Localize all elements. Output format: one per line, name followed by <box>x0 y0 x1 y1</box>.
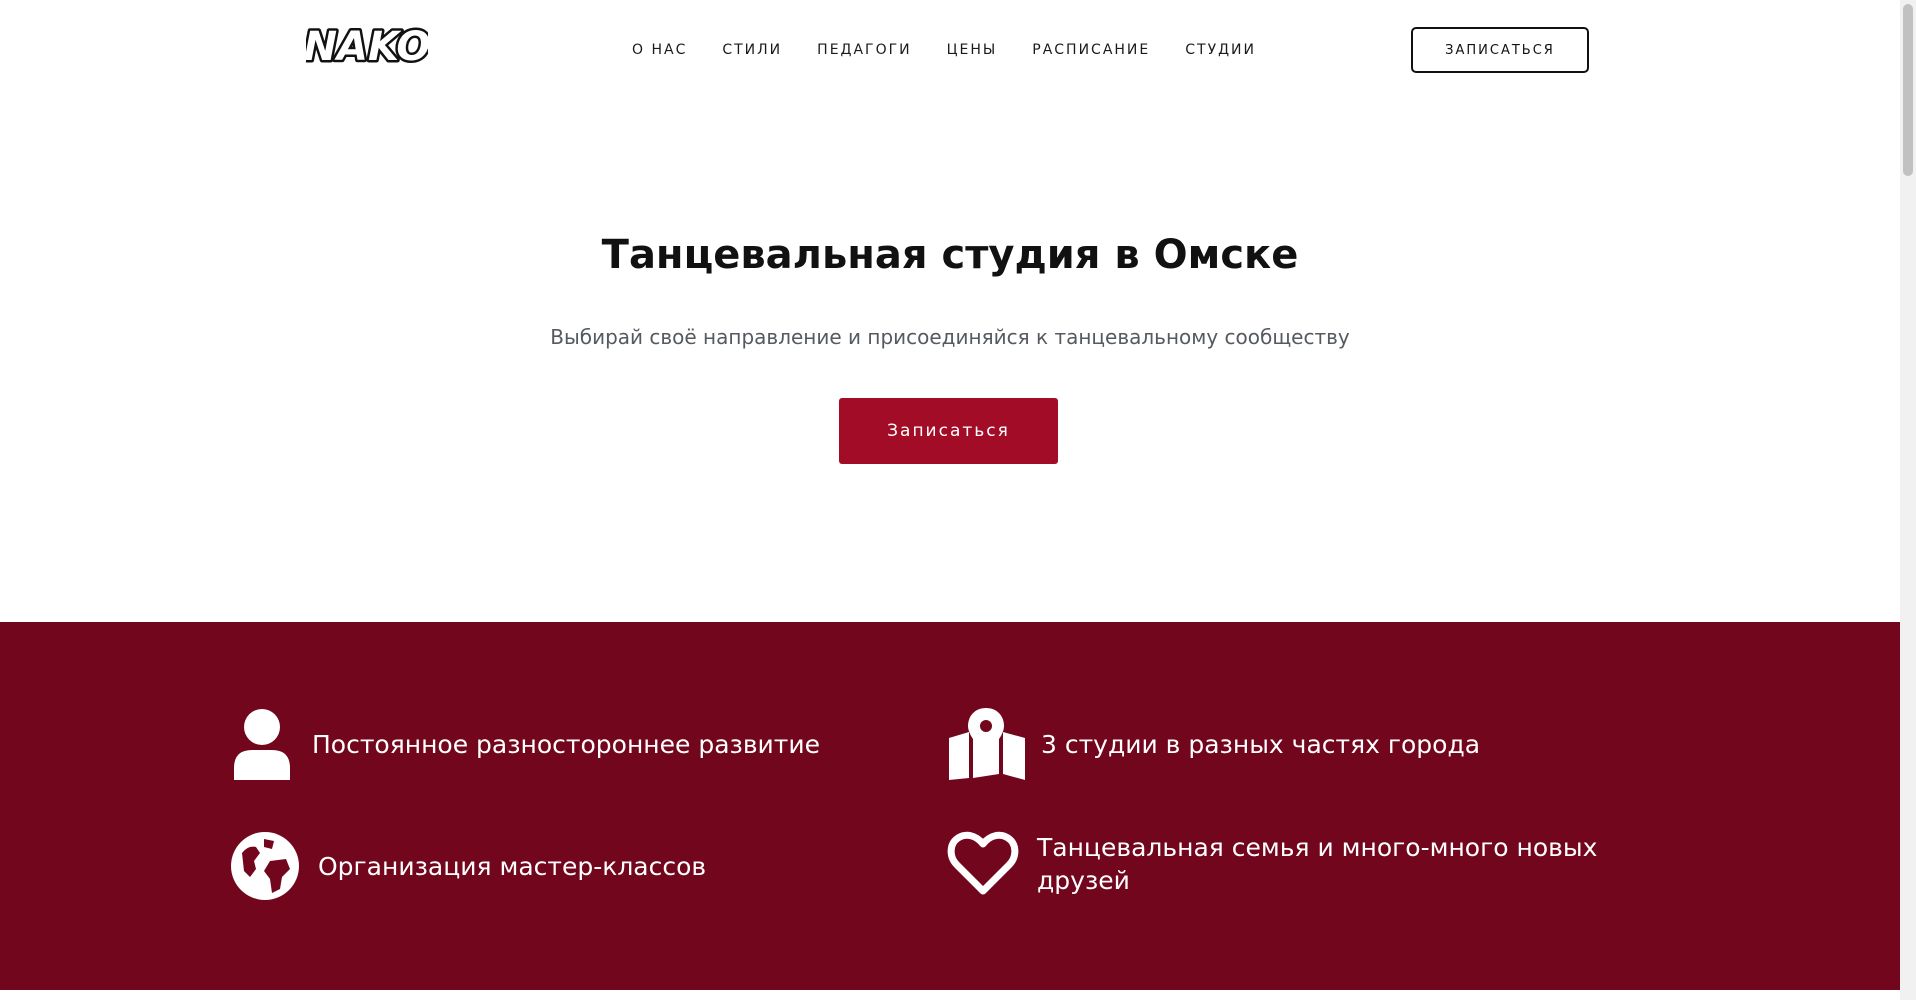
globe-icon <box>230 831 300 901</box>
bottom-strip <box>0 990 1900 1000</box>
nav-item-studios[interactable]: СТУДИИ <box>1185 42 1256 58</box>
nav-item-schedule[interactable]: РАСПИСАНИЕ <box>1032 42 1150 58</box>
nav-item-prices[interactable]: ЦЕНЫ <box>947 42 998 58</box>
feature-text: Постоянное разностороннее развитие <box>312 729 820 759</box>
heart-icon <box>947 831 1019 897</box>
svg-text:NAKO: NAKO <box>306 24 428 70</box>
user-icon <box>230 708 294 780</box>
hero-signup-button[interactable]: Записаться <box>839 398 1058 464</box>
feature-item-family: Танцевальная семья и много-много новых д… <box>947 831 1637 897</box>
page-scrollbar[interactable] <box>1900 0 1916 1000</box>
feature-text: Танцевальная семья и много-много новых д… <box>1037 833 1598 895</box>
nav-item-styles[interactable]: СТИЛИ <box>722 42 782 58</box>
map-marker-icon <box>947 708 1027 780</box>
page: NAKO О НАС СТИЛИ ПЕДАГОГИ ЦЕНЫ РАСПИСАНИ… <box>0 0 1916 1000</box>
scrollbar-thumb[interactable] <box>1903 4 1913 176</box>
header-signup-button[interactable]: ЗАПИСАТЬСЯ <box>1411 27 1589 73</box>
feature-item-development: Постоянное разностороннее развитие <box>230 708 820 780</box>
feature-item-studios: 3 студии в разных частях города <box>947 708 1480 780</box>
hero-title: Танцевальная студия в Омске <box>601 232 1299 278</box>
feature-text: 3 студии в разных частях города <box>1041 729 1481 759</box>
features-band <box>0 622 1900 990</box>
nako-logo[interactable]: NAKO <box>306 16 428 76</box>
feature-item-masterclasses: Организация мастер-классов <box>230 831 706 901</box>
nav-item-teachers[interactable]: ПЕДАГОГИ <box>817 42 911 58</box>
hero-subtitle: Выбирай своё направление и присоединяйся… <box>550 325 1350 349</box>
main-nav: О НАС СТИЛИ ПЕДАГОГИ ЦЕНЫ РАСПИСАНИЕ СТУ… <box>632 42 1291 58</box>
nav-item-about[interactable]: О НАС <box>632 42 687 58</box>
site-header: NAKO О НАС СТИЛИ ПЕДАГОГИ ЦЕНЫ РАСПИСАНИ… <box>0 0 1900 102</box>
feature-text: Организация мастер-классов <box>318 851 707 881</box>
